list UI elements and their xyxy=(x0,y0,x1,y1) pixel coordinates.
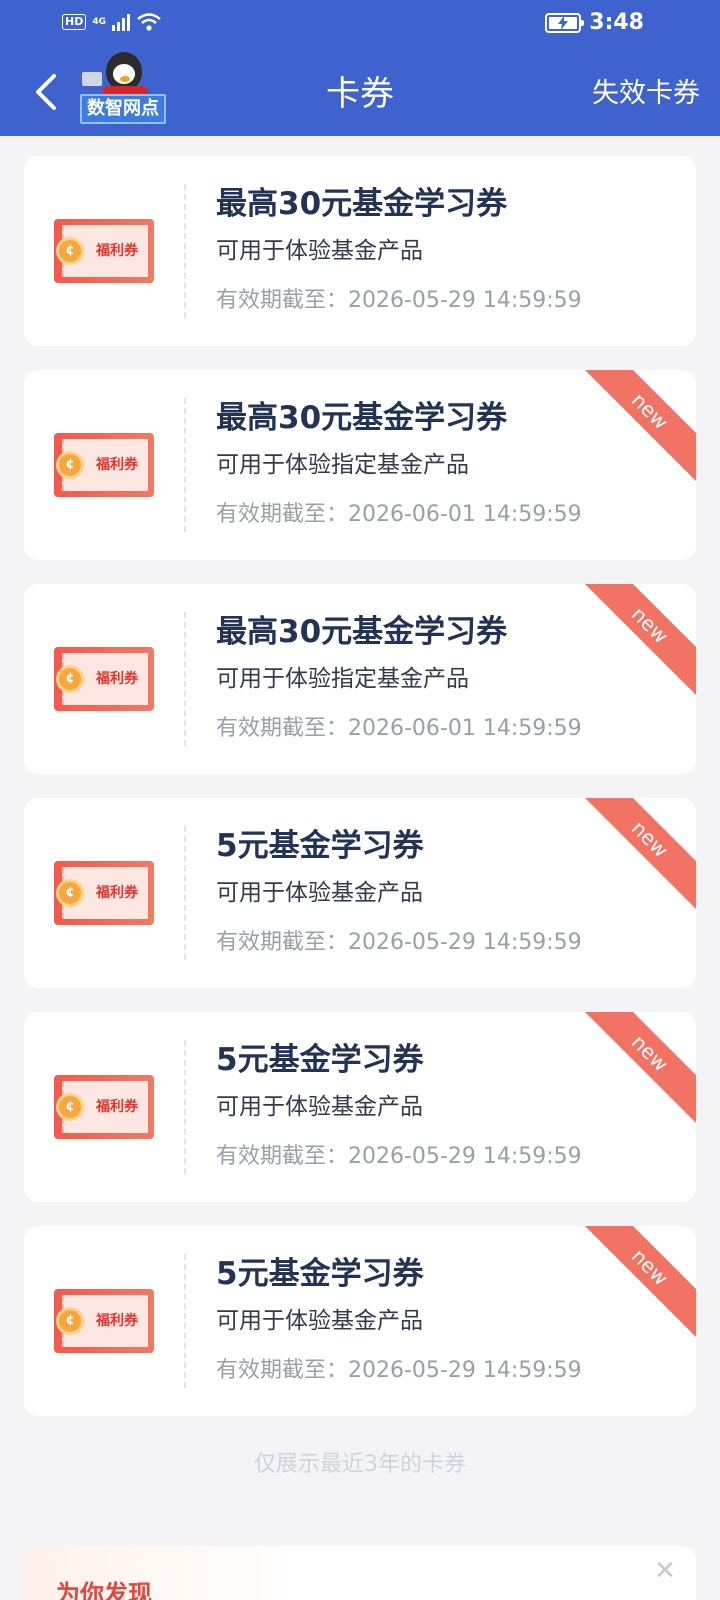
coupon-expiry: 有效期截至：2026-06-01 14:59:59 xyxy=(216,716,582,741)
voucher-icon-label: 福利券 xyxy=(96,457,138,473)
coupon-description: 可用于体验基金产品 xyxy=(216,1094,423,1120)
signal-icon xyxy=(112,13,130,31)
coin-icon: ¢ xyxy=(56,451,84,479)
voucher-icon-label: 福利券 xyxy=(96,885,138,901)
expired-coupons-link[interactable]: 失效卡券 xyxy=(592,74,700,114)
coupon-card[interactable]: ¢ 福利券 最高30元基金学习券 可用于体验指定基金产品 有效期截至：2026-… xyxy=(24,584,696,774)
new-badge: new xyxy=(574,370,696,487)
coupon-title: 最高30元基金学习券 xyxy=(216,186,508,222)
coupon-card[interactable]: ¢ 福利券 5元基金学习券 可用于体验基金产品 有效期截至：2026-05-29… xyxy=(24,798,696,988)
coin-icon: ¢ xyxy=(56,879,84,907)
voucher-icon-label: 福利券 xyxy=(96,1099,138,1115)
coupon-card[interactable]: ¢ 福利券 5元基金学习券 可用于体验基金产品 有效期截至：2026-05-29… xyxy=(24,1226,696,1416)
dashed-divider xyxy=(184,826,186,960)
coupon-title: 最高30元基金学习券 xyxy=(216,614,508,650)
coupon-title: 5元基金学习券 xyxy=(216,1042,424,1078)
app-header: HD 4G 3:48 数智网点 卡券 失效卡券 xyxy=(0,0,720,136)
coupon-description: 可用于体验基金产品 xyxy=(216,1308,423,1334)
coupon-expiry: 有效期截至：2026-06-01 14:59:59 xyxy=(216,502,582,527)
voucher-icon-label: 福利券 xyxy=(96,671,138,687)
voucher-icon: ¢ 福利券 xyxy=(54,647,154,711)
coupon-description: 可用于体验指定基金产品 xyxy=(216,452,469,478)
dashed-divider xyxy=(184,1040,186,1174)
clock: 3:48 xyxy=(589,10,644,35)
close-icon[interactable]: ✕ xyxy=(650,1556,680,1586)
discover-title: 为你发现 xyxy=(56,1580,152,1600)
coupon-card[interactable]: ¢ 福利券 5元基金学习券 可用于体验基金产品 有效期截至：2026-05-29… xyxy=(24,1012,696,1202)
coupon-card[interactable]: ¢ 福利券 最高30元基金学习券 可用于体验指定基金产品 有效期截至：2026-… xyxy=(24,370,696,560)
new-badge: new xyxy=(574,1012,696,1129)
coupon-description: 可用于体验指定基金产品 xyxy=(216,666,469,692)
status-left: HD 4G xyxy=(62,12,162,32)
voucher-icon-label: 福利券 xyxy=(96,243,138,259)
coupon-title: 5元基金学习券 xyxy=(216,828,424,864)
battery-icon xyxy=(545,12,585,33)
voucher-icon: ¢ 福利券 xyxy=(54,219,154,283)
new-badge: new xyxy=(574,584,696,701)
new-badge: new xyxy=(574,1226,696,1343)
coupon-expiry: 有效期截至：2026-05-29 14:59:59 xyxy=(216,930,582,955)
coupon-expiry: 有效期截至：2026-05-29 14:59:59 xyxy=(216,1358,582,1383)
coupon-expiry: 有效期截至：2026-05-29 14:59:59 xyxy=(216,1144,582,1169)
hd-indicator: HD xyxy=(62,14,87,30)
coupon-card[interactable]: ¢ 福利券 最高30元基金学习券 可用于体验基金产品 有效期截至：2026-05… xyxy=(24,156,696,346)
new-badge: new xyxy=(574,798,696,915)
coin-icon: ¢ xyxy=(56,1093,84,1121)
dashed-divider xyxy=(184,612,186,746)
coin-icon: ¢ xyxy=(56,237,84,265)
coin-icon: ¢ xyxy=(56,1307,84,1335)
footer-note: 仅展示最近3年的卡券 xyxy=(254,1452,466,1477)
network-type: 4G xyxy=(92,17,106,27)
voucher-icon: ¢ 福利券 xyxy=(54,861,154,925)
wifi-icon xyxy=(137,13,161,31)
voucher-icon: ¢ 福利券 xyxy=(54,433,154,497)
coupon-description: 可用于体验基金产品 xyxy=(216,238,423,264)
coupon-title: 5元基金学习券 xyxy=(216,1256,424,1292)
dashed-divider xyxy=(184,184,186,318)
voucher-icon: ¢ 福利券 xyxy=(54,1075,154,1139)
coupon-expiry: 有效期截至：2026-05-29 14:59:59 xyxy=(216,288,582,313)
coin-icon: ¢ xyxy=(56,665,84,693)
voucher-icon-label: 福利券 xyxy=(96,1313,138,1329)
dashed-divider xyxy=(184,398,186,532)
status-bar: HD 4G 3:48 xyxy=(0,0,720,50)
voucher-icon: ¢ 福利券 xyxy=(54,1289,154,1353)
coupon-title: 最高30元基金学习券 xyxy=(216,400,508,436)
status-right: 3:48 xyxy=(545,10,644,35)
coupon-description: 可用于体验基金产品 xyxy=(216,880,423,906)
dashed-divider xyxy=(184,1254,186,1388)
discover-card: 为你发现 ✕ xyxy=(24,1546,696,1600)
